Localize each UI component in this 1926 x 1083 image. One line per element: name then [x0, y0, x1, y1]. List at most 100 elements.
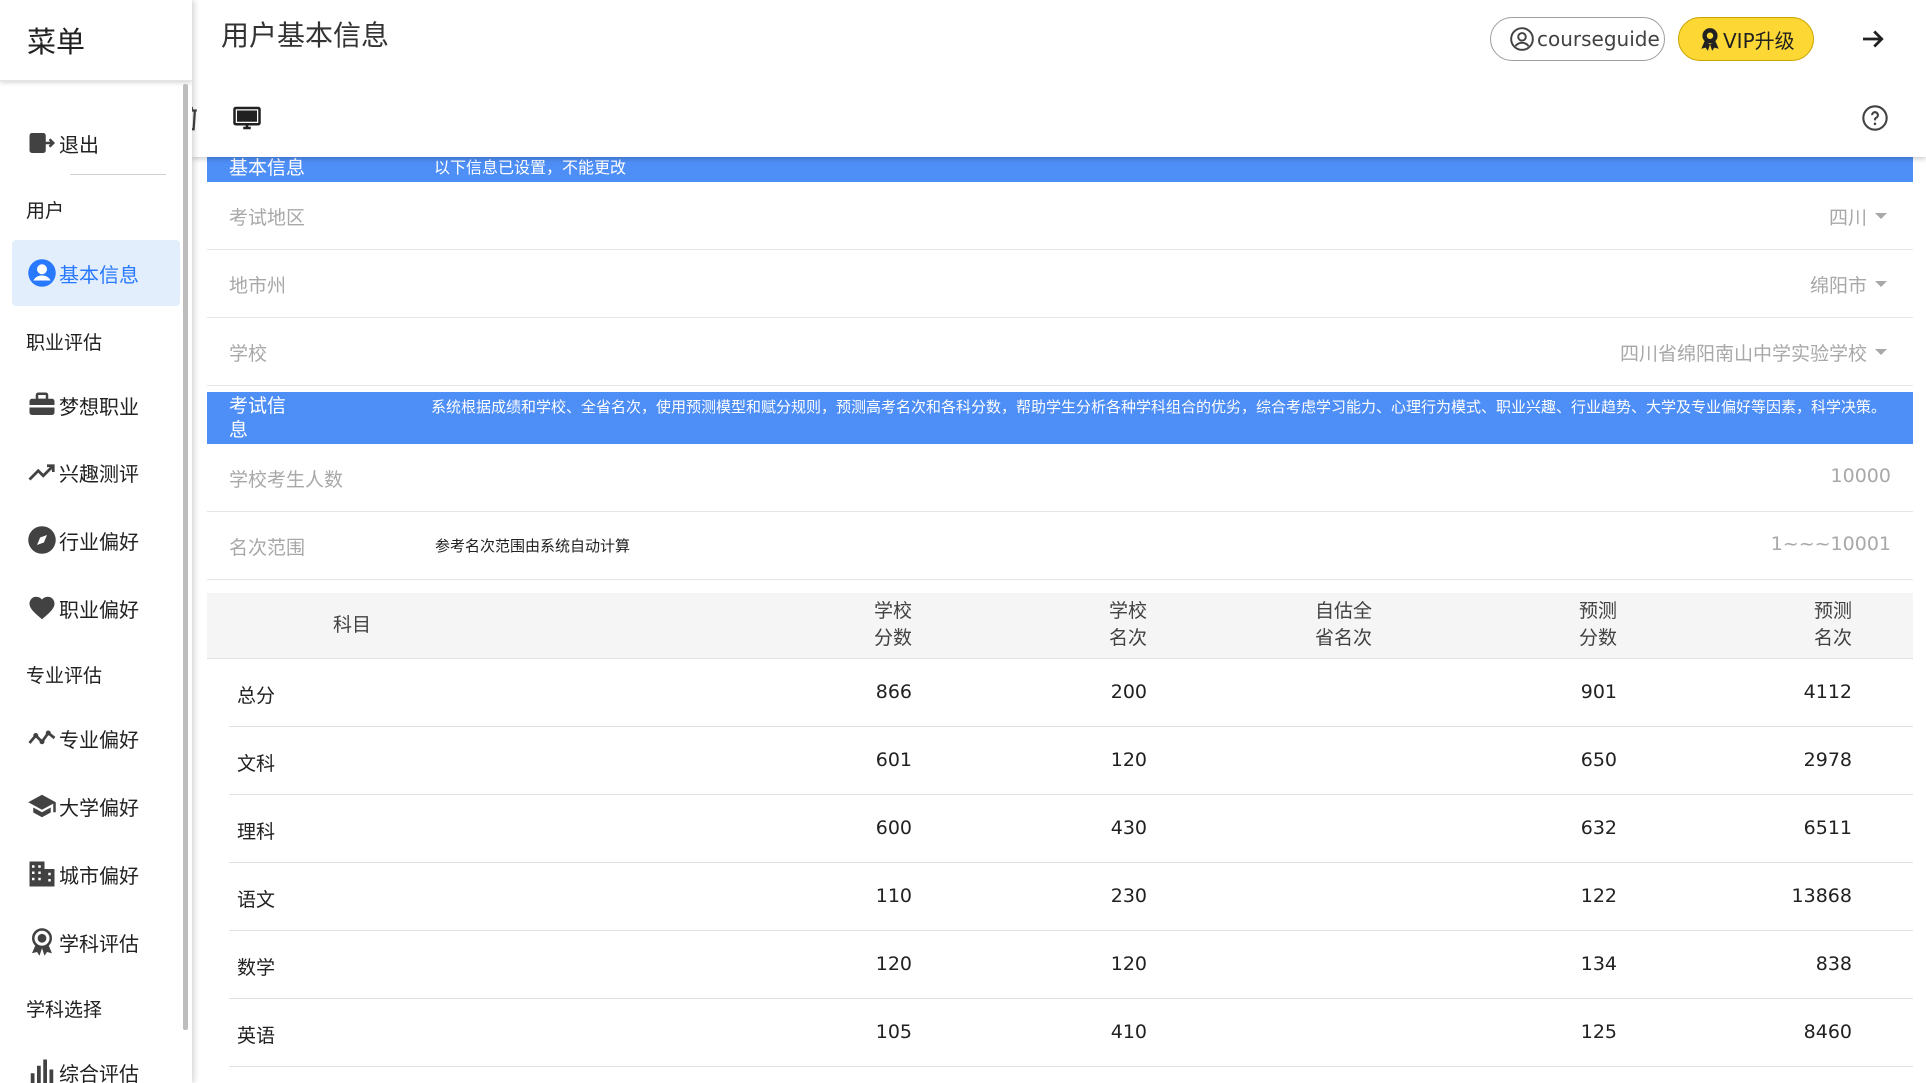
cell-school-rank: 200	[1110, 681, 1147, 703]
exam-info-title: 考试信息	[229, 395, 287, 441]
sidebar-item-interest-test[interactable]: 兴趣测评	[0, 439, 180, 505]
city-label: 地市州	[229, 275, 287, 297]
account-circle-icon	[25, 256, 59, 290]
sidebar-item-overall-eval[interactable]: 综合评估	[0, 1039, 180, 1083]
top-bar: 用户基本信息 courseguide VIP升级	[179, 0, 1926, 157]
sidebar-item-dream-career[interactable]: 梦想职业	[0, 372, 180, 438]
timeline-icon	[25, 721, 59, 755]
student-count-field[interactable]: 10000	[1831, 465, 1891, 487]
table-row[interactable]: 语文11023012213868122	[229, 863, 1913, 931]
column-header-self-rank: 自估全 省名次	[1314, 600, 1372, 649]
sidebar: 菜单 退出 用户 基本信息 职业评估 梦想职业 兴趣测评 行业偏好 职业偏好 专…	[0, 0, 192, 1083]
exam-region-label: 考试地区	[229, 207, 306, 229]
sidebar-item-subject-eval[interactable]: 学科评估	[0, 909, 180, 975]
logout-icon	[25, 126, 59, 160]
sidebar-item-industry-pref[interactable]: 行业偏好	[0, 507, 180, 573]
table-row[interactable]: 理科6004306326511632	[229, 795, 1913, 863]
sidebar-item-label: 兴趣测评	[59, 461, 139, 486]
cell-school-score: 600	[875, 817, 912, 839]
sidebar-item-label: 专业偏好	[59, 727, 139, 752]
sidebar-item-city-pref[interactable]: 城市偏好	[0, 841, 180, 907]
sidebar-section-user: 用户	[26, 200, 65, 222]
cell-pred-rank: 2978	[1803, 749, 1852, 771]
chevron-down-icon	[1875, 349, 1887, 355]
account-circle-icon	[1510, 27, 1534, 51]
username: courseguide	[1537, 27, 1660, 51]
cell-pred-rank: 8460	[1803, 1021, 1852, 1043]
school-row[interactable]: 学校 四川省绵阳南山中学实验学校	[207, 318, 1913, 386]
main-content: 基本信息 以下信息已设置，不能更改 考试地区 四川 地市州 绵阳市 学校 四川省…	[207, 157, 1913, 1083]
cell-school-rank: 230	[1110, 885, 1147, 907]
cell-pred-rank: 6511	[1803, 817, 1852, 839]
vip-label: VIP升级	[1723, 28, 1795, 53]
vip-upgrade-button[interactable]: VIP升级	[1678, 17, 1814, 61]
exam-region-row[interactable]: 考试地区 四川	[207, 182, 1913, 250]
monitor-icon[interactable]	[232, 103, 262, 133]
cell-pred-score: 650	[1580, 749, 1617, 771]
cell-school-rank: 120	[1110, 749, 1147, 771]
bar-chart-icon	[25, 1055, 59, 1083]
cell-school-rank: 430	[1110, 817, 1147, 839]
city-select[interactable]: 绵阳市	[1810, 271, 1867, 298]
sidebar-item-career-pref[interactable]: 职业偏好	[0, 575, 180, 641]
cell-pred-rank: 4112	[1803, 681, 1852, 703]
cell-school-score: 866	[875, 681, 912, 703]
table-row[interactable]: 英语1054101258460125	[229, 999, 1913, 1067]
cell-subject: 理科	[237, 821, 276, 843]
cell-subject: 英语	[237, 1025, 276, 1047]
student-count-label: 学校考生人数	[229, 469, 344, 491]
column-header-subject: 科目	[333, 614, 372, 636]
cell-subject: 文科	[237, 753, 276, 775]
sidebar-item-basic-info[interactable]: 基本信息	[12, 240, 180, 306]
sidebar-item-label: 行业偏好	[59, 529, 139, 554]
cell-pred-rank: 13868	[1791, 885, 1852, 907]
cell-school-score: 120	[875, 953, 912, 975]
basic-info-header: 基本信息 以下信息已设置，不能更改	[207, 157, 1913, 182]
city-row[interactable]: 地市州 绵阳市	[207, 250, 1913, 318]
trending-up-icon	[25, 455, 59, 489]
rank-range-value: 1~~~10001	[1770, 533, 1891, 555]
chevron-down-icon	[1875, 281, 1887, 287]
school-select[interactable]: 四川省绵阳南山中学实验学校	[1620, 339, 1867, 366]
sidebar-item-label: 学科评估	[59, 931, 139, 956]
exam-info-description: 系统根据成绩和学校、全省名次，使用预测模型和赋分规则，预测高考名次和各科分数，帮…	[431, 398, 1887, 416]
column-header-school-score: 学校 分数	[873, 600, 912, 649]
cell-pred-score: 122	[1580, 885, 1617, 907]
table-row[interactable]: 文科6011206502978650	[229, 727, 1913, 795]
graduation-cap-icon	[25, 789, 59, 823]
exam-info-header: 考试信息 系统根据成绩和学校、全省名次，使用预测模型和赋分规则，预测高考名次和各…	[207, 392, 1913, 444]
city-icon	[25, 857, 59, 891]
cell-school-rank: 410	[1110, 1021, 1147, 1043]
help-icon[interactable]	[1861, 104, 1889, 132]
rank-range-hint: 参考名次范围由系统自动计算	[435, 537, 631, 555]
rank-range-row: 名次范围 参考名次范围由系统自动计算 1~~~10001	[207, 512, 1913, 580]
exam-region-select[interactable]: 四川	[1829, 203, 1867, 230]
sidebar-item-label: 大学偏好	[59, 795, 139, 820]
page-title: 用户基本信息	[221, 19, 390, 52]
heart-icon	[25, 591, 59, 625]
sidebar-section-career: 职业评估	[26, 332, 103, 354]
cell-pred-score: 125	[1580, 1021, 1617, 1043]
student-count-row[interactable]: 学校考生人数 10000	[207, 444, 1913, 512]
sidebar-item-major-pref[interactable]: 专业偏好	[0, 705, 180, 771]
sidebar-item-label: 梦想职业	[59, 394, 139, 419]
arrow-right-icon[interactable]	[1858, 24, 1888, 54]
sidebar-item-label: 退出	[59, 132, 99, 157]
cell-school-score: 105	[875, 1021, 912, 1043]
cell-subject: 数学	[237, 957, 276, 979]
column-header-pred-rank: 预测 名次	[1813, 600, 1852, 649]
table-row[interactable]: 总分8662009014112901	[229, 659, 1913, 727]
sidebar-item-label: 职业偏好	[59, 597, 139, 622]
sidebar-item-university-pref[interactable]: 大学偏好	[0, 773, 180, 839]
sidebar-item-logout[interactable]: 退出	[0, 110, 180, 176]
user-account-button[interactable]: courseguide	[1490, 17, 1665, 61]
basic-info-title: 基本信息	[229, 157, 306, 179]
rank-range-label: 名次范围	[229, 537, 306, 559]
table-row[interactable]: 数学120120134838134	[229, 931, 1913, 999]
column-header-school-rank: 学校 名次	[1108, 600, 1147, 649]
cell-subject: 总分	[237, 685, 276, 707]
sidebar-item-label: 基本信息	[59, 262, 139, 287]
sidebar-item-label: 综合评估	[59, 1061, 139, 1083]
sidebar-scrollbar[interactable]	[183, 84, 188, 1030]
sidebar-section-subject: 学科选择	[26, 999, 103, 1021]
